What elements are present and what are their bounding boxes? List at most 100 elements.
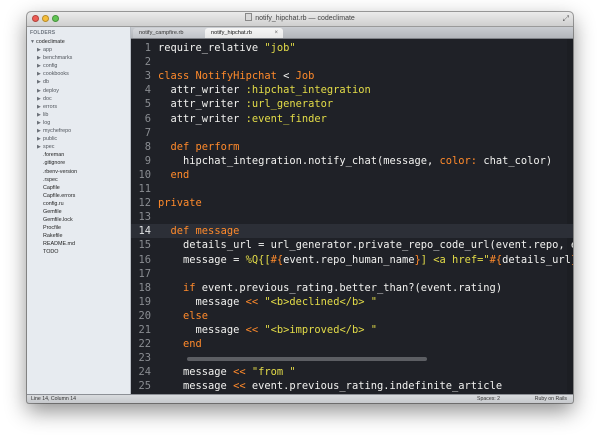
code-line[interactable]: 10 end bbox=[131, 168, 573, 182]
code-line[interactable]: 9 hipchat_integration.notify_chat(messag… bbox=[131, 154, 573, 168]
code-text: private bbox=[158, 196, 202, 210]
code-line[interactable]: 4 attr_writer :hipchat_integration bbox=[131, 83, 573, 97]
code-line[interactable]: 1 require_relative "job" bbox=[131, 41, 573, 55]
line-number: 21 bbox=[138, 324, 151, 336]
fullscreen-icon[interactable]: ⤢ bbox=[563, 14, 569, 24]
code-line[interactable]: 17 bbox=[131, 267, 573, 281]
tab-notify-campfire[interactable]: notify_campfire.rb bbox=[133, 28, 209, 38]
code-line[interactable]: 7 bbox=[131, 126, 573, 140]
sidebar-root-folder[interactable]: ▼codeclimate bbox=[27, 38, 130, 46]
code-token: #{ bbox=[270, 253, 284, 266]
code-line[interactable]: 6 attr_writer :event_finder bbox=[131, 112, 573, 126]
line-number: 25 bbox=[138, 380, 151, 393]
code-token: hipchat_integration.notify_chat(message, bbox=[158, 154, 440, 167]
sidebar-file[interactable]: Gemfile bbox=[27, 208, 130, 216]
code-line[interactable]: 18 if event.previous_rating.better_than?… bbox=[131, 281, 573, 295]
title-bar[interactable]: notify_hipchat.rb — codeclimate ⤢ bbox=[27, 12, 573, 27]
sidebar-folder-config[interactable]: ▶ config bbox=[27, 62, 130, 70]
code-text: def message bbox=[158, 224, 240, 238]
sidebar-file[interactable]: README.md bbox=[27, 240, 130, 248]
window-title-text: notify_hipchat.rb — codeclimate bbox=[255, 15, 355, 22]
code-line[interactable]: 20 else bbox=[131, 309, 573, 323]
sidebar-file[interactable]: Capfile.errors bbox=[27, 192, 130, 200]
sidebar-folder-spec[interactable]: ▶ spec bbox=[27, 143, 130, 151]
code-line[interactable]: 22 end bbox=[131, 337, 573, 351]
line-number: 3 bbox=[144, 70, 151, 83]
sidebar-folder-mychefrepo[interactable]: ▶ mychefrepo bbox=[27, 127, 130, 135]
line-number: 22 bbox=[138, 338, 151, 351]
syntax-selector[interactable]: Ruby on Rails bbox=[535, 395, 567, 403]
sidebar-file[interactable]: Gemfile.lock bbox=[27, 216, 130, 224]
document-icon bbox=[245, 13, 253, 21]
sidebar-file[interactable]: .gitignore bbox=[27, 159, 130, 167]
code-token: attr_writer bbox=[158, 84, 246, 97]
sidebar-folder-errors[interactable]: ▶ errors bbox=[27, 103, 130, 111]
folder-label: db bbox=[43, 79, 49, 86]
line-number: 7 bbox=[144, 126, 151, 139]
line-number: 9 bbox=[144, 154, 151, 167]
code-line[interactable]: 11 bbox=[131, 182, 573, 196]
sidebar-folder-benchmarks[interactable]: ▶ benchmarks bbox=[27, 54, 130, 62]
line-number: 19 bbox=[138, 295, 151, 308]
code-token: attr_writer bbox=[158, 112, 246, 125]
line-number: 8 bbox=[144, 140, 151, 153]
code-token: details_url bbox=[502, 253, 571, 266]
sidebar-folder-lib[interactable]: ▶ lib bbox=[27, 111, 130, 119]
code-line[interactable]: 21 message << "<b>improved</b> " bbox=[131, 323, 573, 337]
code-text: require_relative "job" bbox=[158, 41, 296, 55]
horizontal-scrollbar-thumb[interactable] bbox=[187, 357, 427, 361]
sidebar-folder-deploy[interactable]: ▶ deploy bbox=[27, 87, 130, 95]
code-token: "from " bbox=[251, 366, 296, 379]
sidebar-file[interactable]: Procfile bbox=[27, 224, 130, 232]
sidebar-folder-log[interactable]: ▶ log bbox=[27, 119, 130, 127]
code-token: :url_generator bbox=[245, 98, 334, 111]
line-number: 18 bbox=[138, 281, 151, 294]
folder-label: spec bbox=[43, 144, 55, 151]
sidebar-folder-doc[interactable]: ▶ doc bbox=[27, 95, 130, 103]
sidebar-file[interactable]: .foreman bbox=[27, 151, 130, 159]
sidebar-file[interactable]: .rspec bbox=[27, 176, 130, 184]
line-number: 10 bbox=[138, 168, 151, 181]
sidebar-file[interactable]: Capfile bbox=[27, 184, 130, 192]
code-line[interactable]: 25 message << event.previous_rating.inde… bbox=[131, 379, 573, 393]
line-number: 23 bbox=[138, 352, 151, 365]
code-line[interactable]: 19 message << "<b>declined</b> " bbox=[131, 295, 573, 309]
folder-label: config bbox=[43, 63, 58, 70]
indentation-setting[interactable]: Spaces: 2 bbox=[477, 395, 500, 403]
folder-label: public bbox=[43, 136, 58, 143]
editor-window: notify_hipchat.rb — codeclimate ⤢ FOLDER… bbox=[27, 12, 573, 403]
sidebar-file[interactable]: Rakefile bbox=[27, 232, 130, 240]
code-line[interactable]: 2 bbox=[131, 55, 573, 69]
code-token: message bbox=[158, 295, 246, 308]
tab-close-icon[interactable]: × bbox=[274, 28, 278, 38]
folder-label: log bbox=[43, 119, 51, 126]
code-line[interactable]: 5 attr_writer :url_generator bbox=[131, 97, 573, 111]
sidebar: FOLDERS ▼codeclimate ▶ app ▶ benchmarks ▶ con… bbox=[27, 27, 131, 394]
sidebar-file[interactable]: TODO bbox=[27, 248, 130, 256]
line-number: 24 bbox=[138, 366, 151, 379]
code-token: def bbox=[158, 140, 196, 153]
code-editor[interactable]: 1 require_relative "job" 2 3 class NotifyHip… bbox=[131, 39, 573, 394]
code-line[interactable]: 13 bbox=[131, 210, 573, 224]
sidebar-file[interactable]: config.ru bbox=[27, 200, 130, 208]
sidebar-folder-public[interactable]: ▶ public bbox=[27, 135, 130, 143]
code-token: require_relative bbox=[158, 42, 265, 54]
code-line[interactable]: 24 message << "from " bbox=[131, 365, 573, 379]
code-line[interactable]: 15 details_url = url_generator.private_r… bbox=[131, 238, 573, 252]
code-line[interactable]: 3 class NotifyHipchat < Job bbox=[131, 69, 573, 83]
tab-notify-hipchat[interactable]: notify_hipchat.rb × bbox=[205, 28, 283, 38]
code-line[interactable]: 16 message = %Q{[#{event.repo_human_name… bbox=[131, 253, 573, 267]
code-line[interactable]: 12 private bbox=[131, 196, 573, 210]
cursor-position: Line 14, Column 14 bbox=[31, 396, 76, 402]
sidebar-folder-cookbooks[interactable]: ▶ cookbooks bbox=[27, 70, 130, 78]
code-line[interactable]: 14 def message bbox=[131, 224, 573, 239]
sidebar-folder-db[interactable]: ▶ db bbox=[27, 78, 130, 86]
sidebar-file[interactable]: .rbenv-version bbox=[27, 168, 130, 176]
code-token: color: bbox=[439, 154, 478, 167]
code-token: NotifyHipchat bbox=[195, 70, 277, 83]
root-folder-label: codeclimate bbox=[36, 39, 65, 45]
code-line[interactable]: 8 def perform bbox=[131, 140, 573, 154]
folder-label: benchmarks bbox=[43, 55, 73, 62]
sidebar-folder-app[interactable]: ▶ app bbox=[27, 46, 130, 54]
code-token: Job bbox=[295, 70, 315, 83]
